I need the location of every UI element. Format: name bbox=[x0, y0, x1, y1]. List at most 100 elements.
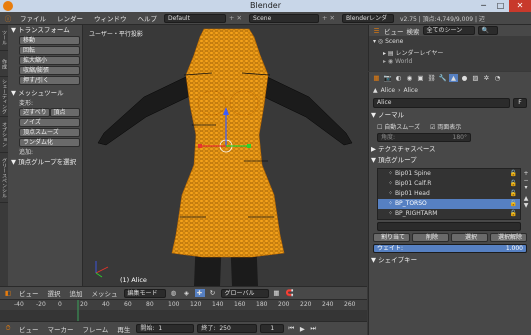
shape-keys-header[interactable]: ▼ シェイプキー bbox=[369, 255, 531, 266]
tab-options[interactable]: オプション bbox=[0, 117, 8, 153]
scene-tab-icon[interactable]: ◐ bbox=[394, 74, 403, 82]
normals-panel-header[interactable]: ▼ ノーマル bbox=[369, 110, 531, 121]
outliner-row-scene[interactable]: ▾ ◎ Scene bbox=[373, 38, 527, 48]
physics-tab-icon[interactable]: ◔ bbox=[493, 74, 502, 82]
timeline-ruler[interactable] bbox=[0, 300, 367, 322]
edge-slide-button[interactable]: 辺すべり bbox=[19, 108, 50, 117]
modifiers-tab-icon[interactable]: 🔧 bbox=[438, 74, 447, 82]
remove-group-icon[interactable]: − bbox=[522, 177, 530, 184]
menu-help[interactable]: ヘルプ bbox=[134, 13, 162, 23]
texture-space-header[interactable]: ▶ テクスチャスペース bbox=[369, 144, 531, 155]
props-editor-icon[interactable]: ▦ bbox=[372, 74, 381, 82]
editor-type-icon[interactable]: ⓘ bbox=[3, 13, 13, 23]
outliner-row-renderlayers[interactable]: ▸ ▤ レンダーレイヤー bbox=[373, 48, 527, 58]
close-button[interactable]: ✕ bbox=[509, 0, 531, 12]
vertex-group-row[interactable]: ⁘ BP_TORSO 🔓 bbox=[378, 199, 520, 209]
move-down-icon[interactable]: ▼ bbox=[522, 202, 530, 209]
tab-tools[interactable]: ツール bbox=[0, 25, 8, 51]
texture-tab-icon[interactable]: ▨ bbox=[471, 74, 480, 82]
outliner-row-world[interactable]: ▸ ◉ World bbox=[373, 58, 527, 66]
layout-add-icon[interactable]: + ✕ bbox=[229, 14, 242, 22]
vertex-group-row[interactable]: ⁘ Bip01 Calf.R 🔓 bbox=[378, 179, 520, 189]
remove-button[interactable]: 削除 bbox=[412, 233, 449, 242]
jump-start-icon[interactable]: ⏮ bbox=[287, 324, 295, 333]
data-tab-icon[interactable]: ▲ bbox=[449, 74, 458, 82]
vertex-group-list[interactable]: ⁘ Bip01 Spine 🔓 ⁘ Bip01 Calf.R 🔓 ⁘ Bip01 Hea… bbox=[377, 168, 521, 220]
minimize-button[interactable]: ─ bbox=[475, 0, 492, 12]
deselect-button[interactable]: 選択解除 bbox=[490, 233, 527, 242]
maximize-button[interactable]: □ bbox=[492, 0, 509, 12]
vertex-slide-button[interactable]: 頂点 bbox=[49, 108, 80, 117]
mesh-tools-header[interactable]: ▼ メッシュツール bbox=[9, 88, 83, 99]
vertex-group-filter[interactable] bbox=[377, 222, 521, 231]
lock-icon[interactable]: 🔓 bbox=[510, 209, 517, 219]
jump-end-icon[interactable]: ⏭ bbox=[309, 324, 317, 333]
play-icon[interactable]: ▶ bbox=[298, 325, 306, 333]
orientation-selector[interactable]: グローバル bbox=[220, 288, 269, 298]
move-up-icon[interactable]: ▲ bbox=[522, 195, 530, 202]
outliner-search-field[interactable]: 🔍 bbox=[477, 26, 498, 35]
transform-panel-header[interactable]: ▼ トランスフォーム bbox=[9, 25, 83, 36]
menu-add[interactable]: 追加 bbox=[67, 288, 86, 298]
material-tab-icon[interactable]: ● bbox=[460, 74, 469, 82]
translate-button[interactable]: 移動 bbox=[19, 36, 80, 45]
noise-button[interactable]: ノイズ bbox=[19, 118, 80, 127]
pivot-icon[interactable]: ◈ bbox=[182, 289, 192, 297]
select-button[interactable]: 選択 bbox=[451, 233, 488, 242]
shading-icon[interactable]: ◍ bbox=[169, 289, 179, 297]
menu-file[interactable]: ファイル bbox=[16, 13, 50, 23]
mesh-datablock-field[interactable]: Alice bbox=[373, 98, 510, 108]
layers-icon[interactable]: ▦ bbox=[272, 289, 282, 297]
current-frame-field[interactable]: 1 bbox=[260, 324, 285, 333]
fake-user-field[interactable]: F bbox=[513, 98, 527, 108]
view3d-editor-icon[interactable]: ◧ bbox=[3, 289, 13, 297]
lock-icon[interactable]: 🔓 bbox=[510, 179, 517, 189]
lock-icon[interactable]: 🔓 bbox=[510, 199, 517, 209]
double-sided-checkbox[interactable]: ☑ 両面表示 bbox=[430, 122, 461, 131]
auto-smooth-checkbox[interactable]: ☐ 自動スムーズ bbox=[377, 122, 420, 131]
render-tab-icon[interactable]: 📷 bbox=[383, 74, 392, 82]
timeline-menu-playback[interactable]: 再生 bbox=[114, 324, 133, 334]
layout-selector[interactable]: Default bbox=[164, 13, 226, 23]
tab-shading[interactable]: シェーディング bbox=[0, 77, 8, 117]
vertex-group-row[interactable]: ⁘ BP_RIGHTARM 🔓 bbox=[378, 209, 520, 219]
mode-selector[interactable]: 編集モード bbox=[123, 288, 166, 298]
menu-select[interactable]: 選択 bbox=[45, 288, 64, 298]
push-pull-button[interactable]: 押す/引く bbox=[19, 76, 80, 85]
particles-tab-icon[interactable]: ✲ bbox=[482, 74, 491, 82]
scale-button[interactable]: 拡大縮小 bbox=[19, 56, 80, 65]
rotate-button[interactable]: 回転 bbox=[19, 46, 80, 55]
constraints-tab-icon[interactable]: ⛓ bbox=[427, 74, 436, 82]
timeline[interactable]: -40 -20 0 20 40 60 80 100 120 140 160 180 200 220 240 2… bbox=[0, 299, 367, 322]
timeline-menu-frame[interactable]: フレーム bbox=[80, 324, 112, 334]
tab-grease-pencil[interactable]: グリースペンシル bbox=[0, 153, 8, 203]
world-tab-icon[interactable]: ◉ bbox=[405, 74, 414, 82]
specials-icon[interactable]: ▾ bbox=[522, 184, 530, 191]
outliner-menu-view[interactable]: ビュー bbox=[384, 26, 404, 36]
3d-viewport[interactable]: ユーザー・平行投影 (1) Alice bbox=[84, 25, 367, 286]
rotate-manip-icon[interactable]: ↻ bbox=[208, 289, 218, 297]
assign-button[interactable]: 割り当て bbox=[373, 233, 410, 242]
start-frame-field[interactable]: 開始: 1 bbox=[136, 324, 195, 333]
outliner-filter[interactable]: 全てのシーン bbox=[422, 26, 475, 35]
shrink-fatten-button[interactable]: 収縮/膨張 bbox=[19, 66, 80, 75]
end-frame-field[interactable]: 終了: 250 bbox=[197, 324, 258, 333]
object-tab-icon[interactable]: ▣ bbox=[416, 74, 425, 82]
menu-view[interactable]: ビュー bbox=[16, 288, 42, 298]
randomize-button[interactable]: ランダム化 bbox=[19, 138, 80, 147]
vertex-groups-header[interactable]: ▼ 頂点グループ bbox=[369, 155, 531, 166]
menu-mesh[interactable]: メッシュ bbox=[89, 288, 121, 298]
timeline-editor-icon[interactable]: ⏱ bbox=[3, 324, 13, 333]
autosmooth-angle-field[interactable]: 角度: 180° bbox=[377, 133, 471, 142]
mesh-wireframe[interactable] bbox=[84, 25, 367, 286]
tab-create[interactable]: 作成 bbox=[0, 51, 8, 77]
manipulator-icon[interactable]: ✚ bbox=[194, 289, 205, 297]
smooth-vertex-button[interactable]: 頂点スムーズ bbox=[19, 128, 80, 137]
vertex-group-row[interactable]: ⁘ Bip01 Head 🔓 bbox=[378, 189, 520, 199]
timeline-menu-marker[interactable]: マーカー bbox=[45, 324, 77, 334]
render-engine-selector[interactable]: Blenderレンダー bbox=[341, 13, 394, 30]
menu-render[interactable]: レンダー bbox=[53, 13, 87, 23]
timeline-menu-view[interactable]: ビュー bbox=[16, 324, 42, 334]
outliner-menu-search[interactable]: 検索 bbox=[407, 26, 420, 36]
vertex-group-select-header[interactable]: ▼ 頂点グループを選択 bbox=[9, 157, 83, 168]
